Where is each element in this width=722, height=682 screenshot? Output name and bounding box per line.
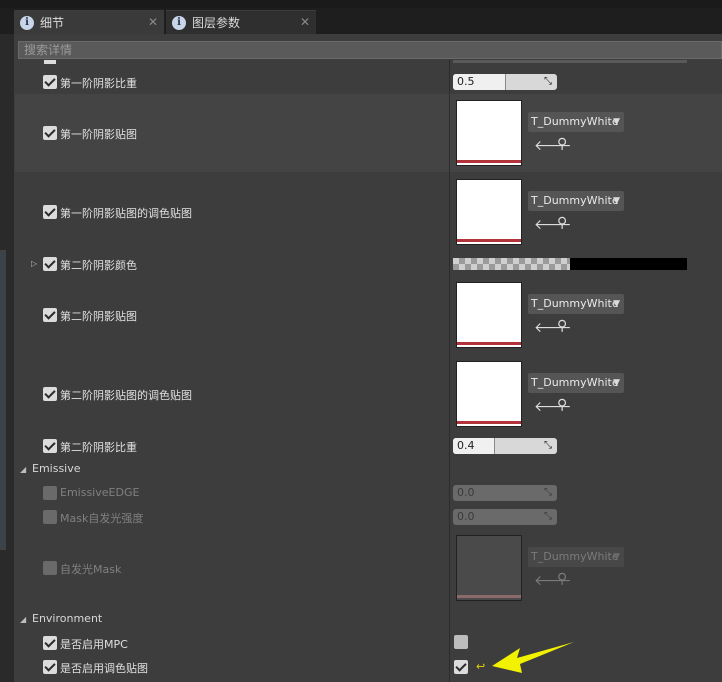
window-top-bar	[0, 0, 722, 8]
annotation-arrow	[492, 642, 574, 673]
color-alpha-swatch[interactable]	[453, 258, 570, 270]
category-environment[interactable]: Environment	[32, 612, 102, 625]
tab-label: 细节	[40, 16, 65, 30]
partial-checkbox	[44, 60, 56, 64]
param-label: 自发光Mask	[60, 563, 122, 576]
chevron-down-icon: ▼	[613, 117, 620, 127]
browse-magnifier-icon[interactable]: ⚲	[557, 136, 567, 152]
collapse-arrow-icon[interactable]: ◢	[20, 465, 26, 474]
chevron-down-icon: ▼	[613, 378, 620, 388]
param-label: 第二阶阴影贴图的调色贴图	[60, 389, 192, 402]
texture-thumbnail[interactable]	[456, 535, 522, 601]
spin-value: 0.0	[457, 486, 475, 499]
spin-value: 0.5	[457, 75, 475, 88]
chevron-down-icon: ▼	[613, 299, 620, 309]
param-label: 第二阶阴影贴图	[60, 310, 137, 323]
texture-dropdown[interactable]: T_DummyWhite ▼	[528, 112, 624, 132]
reset-to-default-icon[interactable]: ↩	[476, 660, 485, 673]
checkbox-r4[interactable]	[43, 257, 57, 271]
expand-arrow-icon[interactable]: ▷	[31, 259, 37, 268]
checkbox-emissive-mask[interactable]	[43, 561, 57, 575]
info-icon: i	[20, 15, 34, 30]
param-label: EmissiveEDGE	[60, 486, 140, 499]
param-label: 第二阶阴影比重	[60, 441, 137, 454]
spin-value: 0.0	[457, 510, 475, 523]
value-spinbox[interactable]: 0.0 ⤡	[453, 509, 557, 525]
texture-thumbnail[interactable]	[456, 100, 522, 166]
checkbox-emissive-edge[interactable]	[43, 486, 57, 500]
browse-magnifier-icon[interactable]: ⚲	[557, 397, 567, 413]
resize-icon: ⤡	[544, 76, 552, 87]
resize-icon: ⤡	[544, 487, 552, 498]
texture-name: T_DummyWhite	[531, 376, 619, 389]
texture-thumbnail[interactable]	[456, 282, 522, 348]
texture-dropdown[interactable]: T_DummyWhite ▼	[528, 373, 624, 393]
checkbox-r1[interactable]	[43, 75, 57, 89]
collapse-arrow-icon[interactable]: ◢	[20, 615, 26, 624]
checkbox-mpc[interactable]	[43, 636, 57, 650]
tab-layer-parameters[interactable]: i 图层参数 ✕	[166, 10, 316, 34]
texture-name: T_DummyWhite	[531, 297, 619, 310]
param-label: 是否启用调色贴图	[60, 662, 148, 675]
checkbox-r5[interactable]	[43, 308, 57, 322]
info-icon: i	[172, 15, 186, 30]
param-label: 第二阶阴影颜色	[60, 259, 137, 272]
checkbox-r6[interactable]	[43, 387, 57, 401]
tab-label: 图层参数	[192, 16, 241, 30]
tab-details[interactable]: i 细节 ✕	[14, 10, 164, 34]
value-spinbox[interactable]: 0.5 ⤡	[453, 74, 557, 90]
param-label: 是否启用MPC	[60, 638, 128, 651]
value-spinbox[interactable]: 0.4 ⤡	[453, 438, 557, 454]
column-divider[interactable]	[449, 60, 450, 682]
category-emissive[interactable]: Emissive	[32, 462, 81, 475]
color-swatch[interactable]	[570, 258, 687, 270]
close-icon[interactable]: ✕	[300, 15, 310, 29]
param-label: 第一阶阴影比重	[60, 77, 137, 90]
texture-name: T_DummyWhite	[531, 115, 619, 128]
resize-icon: ⤡	[544, 511, 552, 522]
texture-dropdown[interactable]: T_DummyWhite ▼	[528, 294, 624, 314]
chevron-down-icon: ▼	[613, 552, 620, 562]
checkbox-r3[interactable]	[43, 205, 57, 219]
resize-icon: ⤡	[544, 440, 552, 451]
texture-thumbnail[interactable]	[456, 179, 522, 245]
texture-name: T_DummyWhite	[531, 194, 619, 207]
spin-value: 0.4	[457, 439, 475, 452]
mpc-value-checkbox[interactable]	[454, 635, 468, 649]
texture-dropdown[interactable]: T_DummyWhite ▼	[528, 191, 624, 211]
left-edge-viewport	[0, 250, 6, 550]
checkbox-r2[interactable]	[43, 126, 57, 140]
tint-value-checkbox[interactable]	[454, 660, 468, 674]
browse-magnifier-icon[interactable]: ⚲	[557, 318, 567, 334]
checkbox-mask-strength[interactable]	[43, 510, 57, 524]
param-label: 第一阶阴影贴图	[60, 128, 137, 141]
checkbox-tint[interactable]	[43, 660, 57, 674]
param-label: 第一阶阴影贴图的调色贴图	[60, 207, 192, 220]
browse-magnifier-icon[interactable]: ⚲	[557, 571, 567, 587]
checkbox-r7[interactable]	[43, 439, 57, 453]
chevron-down-icon: ▼	[613, 196, 620, 206]
texture-dropdown[interactable]: T_DummyWhite ▼	[528, 547, 624, 567]
value-spinbox[interactable]: 0.0 ⤡	[453, 485, 557, 501]
search-input[interactable]: 搜索详情	[18, 41, 722, 59]
partial-value	[453, 60, 687, 63]
param-label: Mask自发光强度	[60, 512, 144, 525]
browse-magnifier-icon[interactable]: ⚲	[557, 215, 567, 231]
close-icon[interactable]: ✕	[148, 15, 158, 29]
texture-thumbnail[interactable]	[456, 361, 522, 427]
texture-name: T_DummyWhite	[531, 550, 619, 563]
